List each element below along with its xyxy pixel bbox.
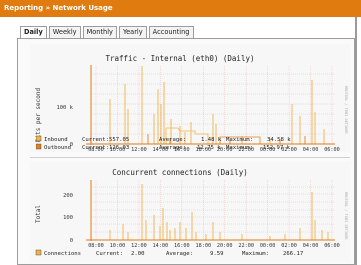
x-tick-label: 10:00 bbox=[110, 243, 126, 249]
inbound-average-value: 1.48 k bbox=[201, 137, 222, 143]
inbound-current-label: Current: bbox=[82, 137, 109, 143]
outbound-average-label: Average: bbox=[159, 145, 186, 151]
outbound-maximum-label: Maximum: bbox=[226, 145, 253, 151]
outbound-average-value: 12.75 k bbox=[197, 145, 221, 151]
inbound-maximum-value: 34.58 k bbox=[267, 137, 291, 143]
connections-graph: Concurrent connections (Daily) RRDTOOL /… bbox=[30, 162, 350, 262]
traffic-graph-title: Traffic - Internal (eth0) (Daily) bbox=[105, 54, 254, 63]
connections-maximum-value: 266.17 bbox=[283, 251, 303, 257]
outbound-swatch bbox=[36, 143, 42, 150]
tab-weekly[interactable]: Weekly bbox=[48, 26, 81, 38]
connections-name: Connections bbox=[44, 251, 81, 257]
x-tick-label: 12:00 bbox=[131, 243, 147, 249]
connections-side-label: RRDTOOL / TOBI OETIKER bbox=[344, 192, 348, 240]
connections-maximum-label: Maximum: bbox=[242, 251, 269, 257]
x-tick-label: 14:00 bbox=[153, 243, 169, 249]
x-tick-label: 18:00 bbox=[195, 243, 211, 249]
connections-ylabel: Total bbox=[35, 205, 42, 223]
inbound-maximum-label: Maximum: bbox=[226, 137, 253, 143]
outbound-maximum-value: 152.97 k bbox=[263, 145, 291, 151]
traffic-legend: Inbound Current: 557.05 Average: 1.48 k … bbox=[36, 135, 291, 151]
tab-yearly[interactable]: Yearly bbox=[118, 26, 147, 38]
period-tabs: Daily Weekly Monthly Yearly Accounting bbox=[20, 26, 196, 39]
inbound-swatch bbox=[36, 135, 42, 142]
inbound-average-label: Average: bbox=[159, 137, 186, 143]
outbound-name: Outbound bbox=[44, 145, 71, 151]
x-tick-label: 04:00 bbox=[303, 243, 319, 249]
outbound-current-value: 126.03 bbox=[109, 145, 129, 151]
outbound-current-label: Current: bbox=[82, 145, 109, 151]
connections-average-value: 9.59 bbox=[210, 251, 223, 257]
traffic-side-label: RRDTOOL / TOBI OETIKER bbox=[344, 86, 348, 134]
graph-divider bbox=[30, 157, 350, 158]
connections-current-value: 2.00 bbox=[131, 251, 144, 257]
inbound-name: Inbound bbox=[44, 137, 68, 143]
connections-swatch bbox=[35, 249, 42, 256]
x-tick-label: 00:00 bbox=[260, 243, 276, 249]
connections-graph-title: Concurrent connections (Daily) bbox=[112, 168, 247, 177]
tab-accounting[interactable]: Accounting bbox=[148, 26, 194, 38]
connections-ytick-100: 100 bbox=[63, 215, 73, 221]
connections-current-label: Current: bbox=[96, 251, 123, 257]
x-tick-label: 06:00 bbox=[324, 243, 340, 249]
traffic-ytick-100k: 100 k bbox=[56, 105, 73, 111]
window-title: Reporting » Network Usage bbox=[0, 0, 361, 17]
x-tick-label: 08:00 bbox=[88, 243, 104, 249]
connections-average-label: Average: bbox=[166, 251, 193, 257]
connections-ytick-0: 0 bbox=[70, 238, 73, 244]
x-tick-label: 22:00 bbox=[238, 243, 254, 249]
inbound-current-value: 557.05 bbox=[109, 137, 129, 143]
connections-ytick-200: 200 bbox=[63, 193, 73, 199]
x-tick-label: 16:00 bbox=[174, 243, 190, 249]
x-tick-label: 20:00 bbox=[217, 243, 233, 249]
x-tick-label: 02:00 bbox=[281, 243, 297, 249]
tab-monthly[interactable]: Monthly bbox=[82, 26, 117, 38]
